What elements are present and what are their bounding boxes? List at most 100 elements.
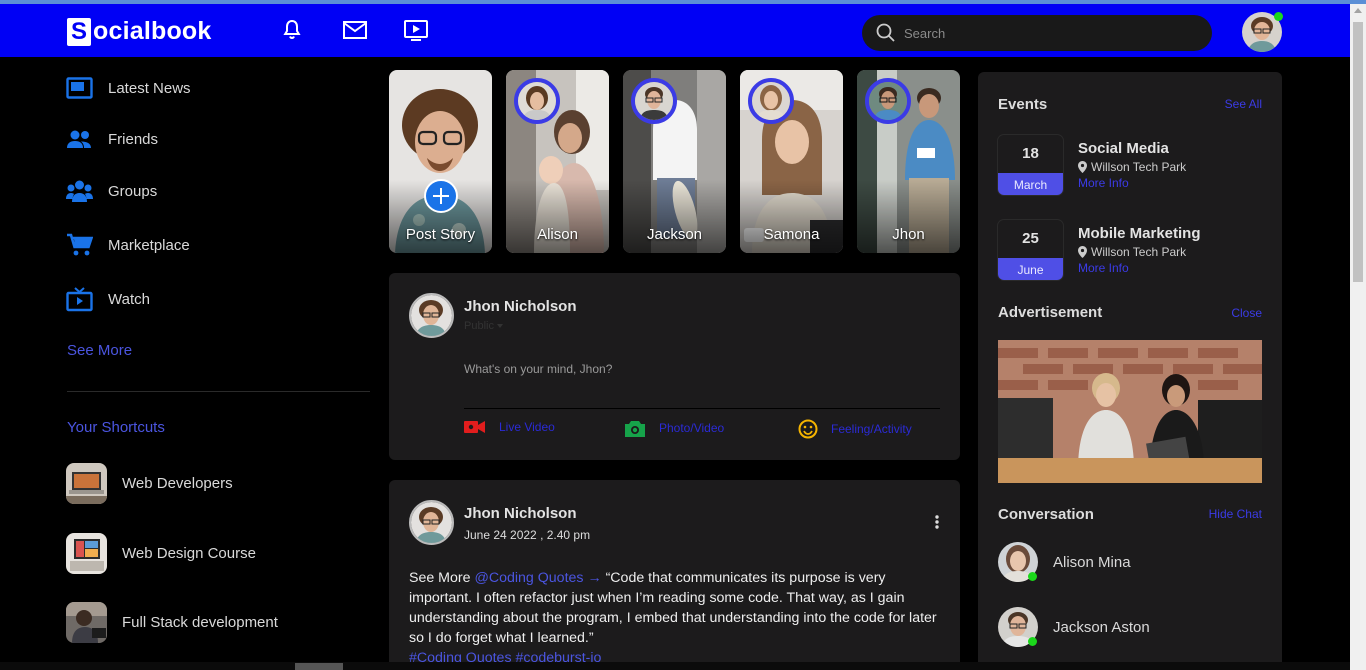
event-month: June <box>998 258 1063 280</box>
sidebar-item-label: Friends <box>108 130 159 148</box>
post-body: See More @Coding Quotes → “Code that com… <box>409 568 949 668</box>
event-title: Social Media <box>1078 140 1169 157</box>
shortcut-web-developers[interactable]: Web Developers <box>66 463 233 504</box>
shortcut-thumbnail <box>66 602 107 643</box>
tv-icon <box>66 287 93 312</box>
conversation-title: Conversation <box>998 506 1094 523</box>
video-icon[interactable] <box>403 18 429 42</box>
sidebar-item-marketplace[interactable]: Marketplace <box>66 231 190 259</box>
sidebar-item-label: Latest News <box>108 79 191 97</box>
feeling-activity-button[interactable]: Feeling/Activity <box>798 419 912 439</box>
story-jackson[interactable]: Jackson <box>623 70 726 253</box>
sidebar-item-groups[interactable]: Groups <box>66 177 157 205</box>
story-name: Jackson <box>646 226 703 243</box>
see-all-events-link[interactable]: See All <box>1225 97 1262 111</box>
post-author-name[interactable]: Jhon Nicholson <box>464 505 577 522</box>
hide-chat-link[interactable]: Hide Chat <box>1209 507 1262 521</box>
event-title: Mobile Marketing <box>1078 225 1201 242</box>
contact-item[interactable]: Alison Mina <box>998 542 1131 582</box>
event-location: Willson Tech Park <box>1078 245 1201 259</box>
camera-icon <box>625 421 645 437</box>
bell-icon[interactable] <box>280 18 306 42</box>
event-item: Mobile Marketing Willson Tech Park More … <box>1078 225 1201 275</box>
sidebar-item-watch[interactable]: Watch <box>66 285 150 313</box>
event-location: Willson Tech Park <box>1078 160 1186 174</box>
story-avatar <box>631 78 677 124</box>
add-story-button[interactable] <box>424 179 458 213</box>
scroll-up-arrow-icon[interactable] <box>1354 8 1362 13</box>
video-camera-icon <box>464 421 485 433</box>
location-pin-icon <box>1078 161 1087 173</box>
post-mention-link[interactable]: @Coding Quotes <box>474 570 583 586</box>
scrollbar-thumb[interactable] <box>1353 22 1363 282</box>
shortcut-web-design-course[interactable]: Web Design Course <box>66 533 256 574</box>
post-author-avatar[interactable] <box>409 500 454 545</box>
search-icon <box>876 23 895 42</box>
friends-icon <box>67 130 91 148</box>
story-alison[interactable]: Alison <box>506 70 609 253</box>
more-options-icon[interactable] <box>935 515 939 534</box>
live-video-button[interactable]: Live Video <box>464 419 555 435</box>
post-prefix: See More <box>409 570 475 586</box>
online-indicator <box>1028 637 1037 646</box>
shortcut-label: Web Developers <box>122 475 233 492</box>
mail-icon[interactable] <box>342 18 368 42</box>
logo[interactable]: S ocialbook <box>67 17 212 46</box>
story-name: Samona <box>763 226 820 243</box>
contact-avatar <box>998 607 1038 647</box>
event-month: March <box>998 173 1063 195</box>
story-name: Post Story <box>405 226 476 243</box>
shortcut-thumbnail <box>66 533 107 574</box>
story-jhon[interactable]: Jhon <box>857 70 960 253</box>
horizontal-scrollbar[interactable] <box>0 662 1350 670</box>
arrow-right-icon: → <box>587 570 602 586</box>
story-post[interactable]: Post Story <box>389 70 492 253</box>
action-label: Feeling/Activity <box>831 422 912 436</box>
navbar: S ocialbook <box>0 4 1350 57</box>
search-input[interactable] <box>904 23 1194 43</box>
photo-video-button[interactable]: Photo/Video <box>624 419 724 437</box>
right-sidebar: Events See All 18 March Social Media Wil… <box>978 72 1282 670</box>
groups-icon <box>66 180 93 202</box>
contact-item[interactable]: Jackson Aston <box>998 607 1150 647</box>
shortcut-full-stack-development[interactable]: Full Stack development <box>66 602 278 643</box>
contact-name: Jackson Aston <box>1053 618 1150 636</box>
see-more-link[interactable]: See More <box>67 342 132 359</box>
action-label: Live Video <box>499 420 555 434</box>
feed-post: Jhon Nicholson June 24 2022 , 2.40 pm Se… <box>389 480 960 670</box>
sidebar-item-label: Watch <box>108 290 150 308</box>
horizontal-scrollbar-thumb[interactable] <box>295 663 343 670</box>
composer-avatar[interactable] <box>409 293 454 338</box>
story-avatar <box>865 78 911 124</box>
news-icon <box>66 77 93 99</box>
advertisement-title: Advertisement <box>998 304 1103 321</box>
privacy-label: Public <box>464 320 494 332</box>
close-ad-link[interactable]: Close <box>1231 306 1262 320</box>
event-day: 25 <box>1022 230 1039 247</box>
shortcuts-title: Your Shortcuts <box>67 419 165 436</box>
shortcut-thumbnail <box>66 463 107 504</box>
smile-icon <box>798 419 818 439</box>
event-day: 18 <box>1022 145 1039 162</box>
composer-divider <box>464 408 940 409</box>
sidebar-item-friends[interactable]: Friends <box>66 125 158 153</box>
post-date: June 24 2022 , 2.40 pm <box>464 528 591 542</box>
sidebar-item-label: Marketplace <box>108 236 190 254</box>
story-name: Jhon <box>892 226 925 243</box>
vertical-scrollbar[interactable] <box>1350 4 1366 670</box>
story-samona[interactable]: Samona <box>740 70 843 253</box>
event-location-text: Willson Tech Park <box>1091 160 1187 174</box>
post-composer: Jhon Nicholson Public Live Video Photo/V… <box>389 273 960 460</box>
shortcut-label: Full Stack development <box>122 614 278 631</box>
logo-letter: S <box>67 17 91 46</box>
advertisement-image[interactable] <box>998 340 1262 483</box>
story-avatar <box>514 78 560 124</box>
event-more-info-link[interactable]: More Info <box>1078 261 1201 275</box>
composer-input[interactable] <box>464 359 924 379</box>
sidebar-item-label: Groups <box>108 182 158 200</box>
search-bar <box>862 15 1212 51</box>
event-more-info-link[interactable]: More Info <box>1078 176 1186 190</box>
sidebar-item-latest-news[interactable]: Latest News <box>66 74 191 102</box>
privacy-selector[interactable]: Public <box>464 320 503 332</box>
event-date-badge: 18 March <box>998 135 1063 195</box>
